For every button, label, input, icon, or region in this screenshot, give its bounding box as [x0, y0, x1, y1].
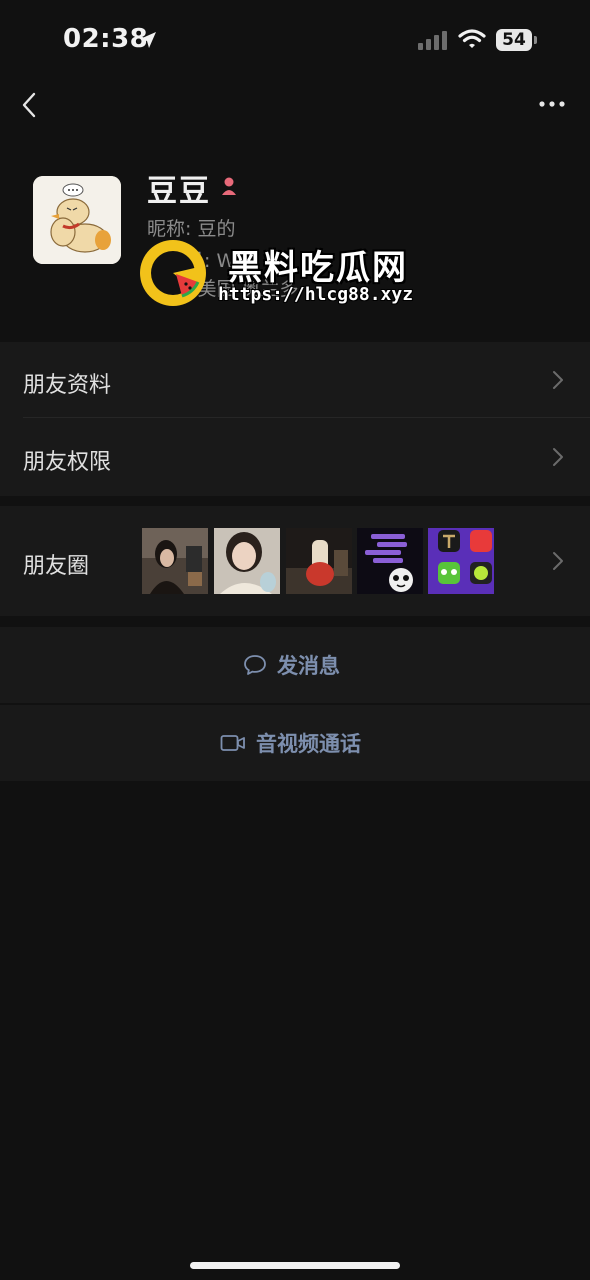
send-message-label: 发消息 [277, 654, 340, 678]
send-message-button[interactable]: 发消息 [0, 627, 590, 703]
wifi-icon [458, 29, 486, 48]
friend-info-row[interactable]: 朋友资料 [0, 342, 590, 418]
watermark: 黑料吃瓜网 https://hlcg88.xyz [138, 238, 428, 310]
video-camera-icon [220, 735, 245, 751]
moments-thumbnail [214, 528, 280, 594]
friend-permissions-label: 朋友权限 [23, 450, 112, 475]
more-icon[interactable] [538, 96, 566, 112]
avatar[interactable] [33, 176, 121, 264]
home-indicator[interactable] [190, 1262, 400, 1269]
chat-bubble-icon [244, 655, 266, 675]
battery-nub [534, 36, 537, 44]
nav-bar [0, 80, 590, 128]
video-call-button[interactable]: 音视频通话 [0, 705, 590, 781]
chevron-right-icon [553, 448, 563, 466]
moments-row[interactable]: 朋友圈 [0, 506, 590, 616]
duck-avatar-icon [33, 176, 121, 264]
moments-label: 朋友圈 [23, 554, 90, 579]
watermark-url: https://hlcg88.xyz [218, 284, 414, 305]
chevron-right-icon [553, 371, 563, 389]
nickname-text: 昵称: 豆的 [147, 218, 236, 240]
friend-permissions-row[interactable]: 朋友权限 [0, 418, 590, 496]
cellular-signal-icon [418, 31, 447, 50]
friend-info-label: 朋友资料 [23, 373, 112, 398]
moments-thumbnail [142, 528, 208, 594]
moments-thumbnail [428, 528, 494, 594]
watermelon-logo-icon [140, 240, 206, 306]
female-icon [222, 177, 236, 195]
contact-name: 豆豆 [147, 174, 211, 209]
status-bar: 02:38 54 [0, 0, 590, 80]
moments-thumbnail [357, 528, 423, 594]
chevron-right-icon [553, 552, 563, 570]
status-time: 02:38 [63, 24, 149, 54]
watermark-title: 黑料吃瓜网 [228, 248, 408, 288]
moments-thumbnail [286, 528, 352, 594]
location-arrow-icon [140, 32, 156, 48]
back-icon[interactable] [18, 90, 42, 120]
video-call-label: 音视频通话 [256, 732, 361, 756]
battery-indicator: 54 [496, 29, 532, 51]
